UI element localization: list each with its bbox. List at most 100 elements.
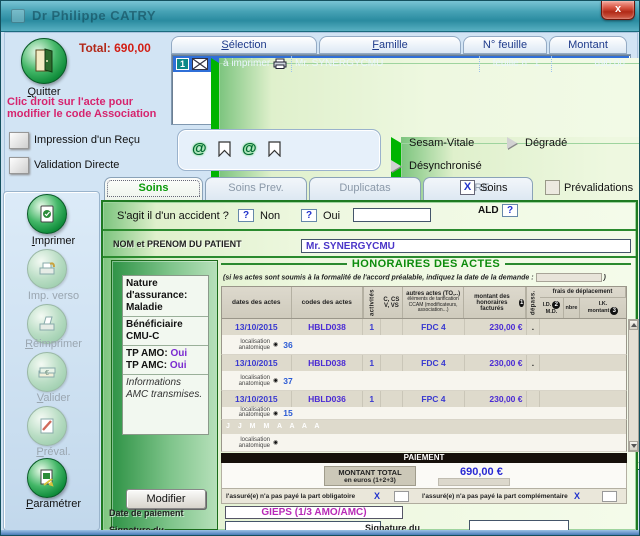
- patient-name-field[interactable]: Mr. SYNERGYCMU: [301, 239, 631, 253]
- header-codes: codes des actes: [292, 287, 363, 318]
- column-divider: [551, 56, 552, 72]
- envelope-x-icon: [192, 58, 208, 70]
- prevalidations-checkbox[interactable]: [545, 180, 560, 195]
- non-paiement-row: l'assuré(e) n'a pas payé la part obligat…: [221, 489, 627, 504]
- localisation-row[interactable]: localisationanatomique ◉ 15: [221, 407, 627, 420]
- act-row[interactable]: 13/10/2015 HBLD038 1 FDC 4 230,00 € .: [221, 319, 627, 335]
- validation-directe-checkbox[interactable]: [9, 157, 29, 174]
- imp-verso-label: Imp. verso: [6, 290, 101, 302]
- badge-3: 3: [610, 307, 618, 315]
- scroll-up-button[interactable]: [629, 320, 638, 330]
- insurance-info-box: Nature d'assurance: Maladie Bénéficiaire…: [122, 275, 209, 435]
- total-row: MONTANT TOTAL en euros (1+2+3) 690,00 €: [221, 463, 627, 489]
- accord-date-input[interactable]: [536, 273, 602, 282]
- accident-question-label: S'agit il d'un accident ?: [117, 210, 229, 222]
- title-bar[interactable]: Dr Philippe CATRY x: [1, 1, 640, 32]
- total-label: Total:: [79, 41, 111, 55]
- app-icon: [11, 9, 25, 23]
- impression-recu-checkbox[interactable]: [9, 132, 29, 149]
- valider-label: Valider: [6, 392, 101, 404]
- insurance-panel: Nature d'assurance: Maladie Bénéficiaire…: [111, 260, 218, 530]
- honoraires-header: HONORAIRES DES ACTES: [221, 258, 631, 270]
- badge-2: 2: [552, 301, 560, 309]
- bookmark-flag-icon[interactable]: [268, 141, 281, 157]
- bullet-icon: ◉: [273, 341, 278, 348]
- column-header-montant[interactable]: Montant: [549, 36, 627, 54]
- paiement-bar: PAIEMENT: [221, 453, 627, 463]
- bookmark-flag-icon[interactable]: [218, 141, 231, 157]
- part-obligatoire-checkbox[interactable]: [394, 491, 409, 502]
- row-montant: 690,00: [594, 58, 625, 69]
- imp-verso-button: [27, 249, 67, 289]
- act-row[interactable]: 13/10/2015 HBLD036 1 FPC 4 230,00 €: [221, 391, 627, 407]
- email-at-icon[interactable]: @: [192, 140, 207, 157]
- close-button[interactable]: x: [601, 1, 635, 20]
- svg-text:€: €: [45, 370, 49, 377]
- tab-duplicatas[interactable]: Duplicatas: [309, 177, 421, 200]
- act-row[interactable]: 13/10/2015 HBLD038 1 FDC 4 230,00 € .: [221, 355, 627, 371]
- column-header-selection[interactable]: Sélection: [171, 36, 317, 54]
- act-row-empty[interactable]: J J M M A A A A: [221, 420, 627, 434]
- preval-icon: [38, 417, 56, 435]
- right-click-hint: Clic droit sur l'acte pour modifier le c…: [7, 96, 175, 120]
- action-sidebar: Imprimer Imp. verso Réimprimer € Valider: [3, 191, 100, 531]
- acts-scrollbar[interactable]: [628, 319, 639, 452]
- reimprimer-icon: [38, 316, 56, 332]
- degrade-indicator-icon: [507, 137, 517, 149]
- column-header-famille[interactable]: Famille: [319, 36, 461, 54]
- part-obligatoire-mark: X: [374, 491, 380, 501]
- bullet-icon: ◉: [273, 439, 278, 446]
- parametrer-icon: [38, 469, 56, 487]
- bullet-icon: ◉: [273, 377, 278, 384]
- header-md: M.D.: [546, 309, 558, 315]
- total-value: 690,00: [114, 41, 151, 55]
- soins-checkbox[interactable]: X: [460, 180, 475, 195]
- parametrer-button[interactable]: [27, 458, 67, 498]
- insurance-nature-value: Maladie: [126, 302, 163, 313]
- sesam-vitale-label: Sesam-Vitale: [409, 137, 474, 149]
- part-complementaire-mark: X: [574, 491, 580, 501]
- accident-non-label: Non: [260, 210, 280, 222]
- localisation-row[interactable]: localisationanatomique ◉ 37: [221, 371, 627, 391]
- valider-icon: €: [37, 365, 57, 379]
- imprimer-label: Imprimer: [6, 235, 101, 247]
- part-complementaire-text: l'assuré(e) n'a pas payé la part complém…: [422, 493, 568, 500]
- app-window: Dr Philippe CATRY x Quitter Total: 690,0…: [0, 0, 640, 536]
- invoice-row-selected[interactable]: 1 à imprimer Mr. SYNERGYCMU feuille n° 1…: [173, 56, 629, 72]
- scroll-down-button[interactable]: [629, 441, 638, 451]
- preval-button: [27, 406, 67, 446]
- gieps-field[interactable]: GIEPS (1/3 AMO/AMC): [225, 506, 403, 519]
- montant-total-box: MONTANT TOTAL en euros (1+2+3): [324, 466, 416, 486]
- imprimer-button[interactable]: [27, 194, 67, 234]
- door-icon: [32, 48, 56, 74]
- column-header-feuille[interactable]: N° feuille: [463, 36, 547, 54]
- telesend-toolbar: @ @: [177, 129, 381, 171]
- desynchronise-label: Désynchronisé: [409, 160, 482, 172]
- soins-checkbox-label: Soins: [480, 182, 508, 194]
- close-icon: x: [615, 3, 621, 15]
- tab-dre[interactable]: DRE: [423, 177, 533, 200]
- quitter-button[interactable]: [21, 38, 67, 84]
- accident-oui-help-button[interactable]: ?: [301, 209, 317, 222]
- prevalidations-label: Prévalidations: [564, 182, 633, 194]
- tab-soins[interactable]: Soins: [104, 177, 203, 200]
- column-divider: [291, 56, 292, 72]
- part-complementaire-checkbox[interactable]: [602, 491, 617, 502]
- divider: [505, 263, 631, 265]
- email-at-icon[interactable]: @: [242, 140, 257, 157]
- window-title: Dr Philippe CATRY: [32, 8, 156, 23]
- accident-row: S'agit il d'un accident ? ? Non ? Oui AL…: [103, 202, 636, 231]
- imp-verso-icon: [38, 261, 56, 277]
- invoice-list[interactable]: 1 à imprimer Mr. SYNERGYCMU feuille n° 1…: [171, 54, 631, 125]
- accident-date-input[interactable]: [353, 208, 431, 222]
- localisation-row[interactable]: localisationanatomique ◉ 36: [221, 335, 627, 355]
- modifier-button[interactable]: Modifier: [126, 489, 206, 509]
- tp-amo-label: TP AMO:: [126, 348, 168, 359]
- tab-soins-prev[interactable]: Soins Prev.: [205, 177, 307, 200]
- ald-help-button[interactable]: ?: [502, 204, 518, 217]
- honoraires-title: HONORAIRES DES ACTES: [352, 258, 500, 270]
- accident-non-help-button[interactable]: ?: [238, 209, 254, 222]
- valider-button: €: [27, 352, 67, 392]
- tp-amc-label: TP AMC:: [126, 360, 167, 371]
- localisation-row-empty[interactable]: localisationanatomique ◉: [221, 434, 627, 452]
